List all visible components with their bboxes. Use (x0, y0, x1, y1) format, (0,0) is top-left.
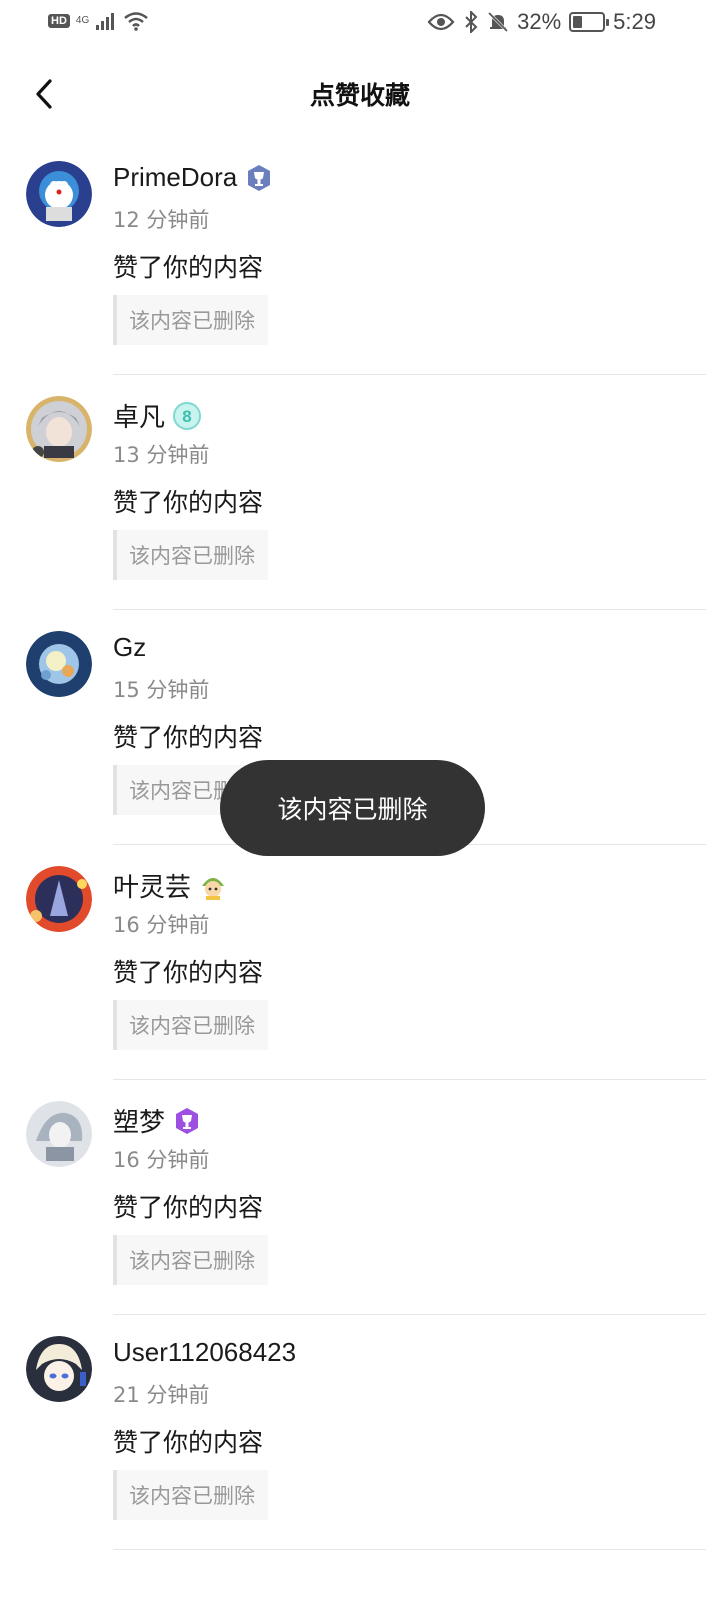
sticker-badge-icon (199, 872, 227, 900)
bluetooth-icon (465, 11, 478, 33)
timestamp: 13 分钟前 (113, 443, 210, 467)
list-item[interactable]: User112068423 21 分钟前 赞了你的内容 该内容已删除 (0, 1315, 720, 1550)
status-bar: HD 4G 32% 5:29 (0, 0, 720, 48)
avatar[interactable] (26, 1336, 92, 1402)
level-8-badge-icon: 8 (173, 401, 202, 430)
action-text: 赞了你的内容 (113, 253, 264, 282)
timestamp: 21 分钟前 (113, 1383, 210, 1407)
battery-icon (569, 12, 610, 32)
hd-icon: HD (48, 14, 70, 28)
avatar[interactable] (26, 396, 92, 462)
page-title: 点赞收藏 (309, 81, 410, 110)
deleted-content-quote[interactable]: 该内容已删除 (113, 530, 268, 580)
avatar[interactable] (26, 866, 92, 932)
battery-percent: 32% (517, 9, 562, 34)
timestamp: 16 分钟前 (113, 1148, 210, 1172)
user-name[interactable]: User112068423 (113, 1337, 296, 1368)
status-right: 32% 5:29 (427, 9, 656, 35)
toast-message: 该内容已删除 (220, 760, 485, 856)
deleted-content-quote[interactable]: 该内容已删除 (113, 1000, 268, 1050)
svg-text:8: 8 (182, 407, 191, 426)
deleted-content-quote[interactable]: 该内容已删除 (113, 1470, 268, 1520)
action-text: 赞了你的内容 (113, 723, 264, 752)
list-item[interactable]: 卓凡 8 13 分钟前 赞了你的内容 该内容已删除 (0, 375, 720, 610)
status-left: HD 4G (48, 11, 149, 31)
purple-trophy-badge-icon (173, 1107, 201, 1135)
clock: 5:29 (613, 9, 656, 34)
eye-icon (427, 13, 455, 31)
user-name[interactable]: Gz (113, 632, 146, 663)
network-type: 4G (75, 15, 90, 26)
avatar[interactable] (26, 1101, 92, 1167)
user-name[interactable]: 卓凡 (113, 397, 165, 434)
app-header: 点赞收藏 (0, 56, 720, 132)
action-text: 赞了你的内容 (113, 1193, 264, 1222)
name-row: User112068423 (113, 1337, 296, 1368)
timestamp: 15 分钟前 (113, 678, 210, 702)
list-item[interactable]: PrimeDora 12 分钟前 赞了你的内容 该内容已删除 (0, 140, 720, 375)
deleted-content-quote[interactable]: 该内容已删除 (113, 1235, 268, 1285)
avatar[interactable] (26, 631, 92, 697)
trophy-badge-icon (245, 164, 273, 192)
user-name[interactable]: 叶灵芸 (113, 867, 191, 904)
action-text: 赞了你的内容 (113, 958, 264, 987)
timestamp: 12 分钟前 (113, 208, 210, 232)
wifi-icon (124, 12, 149, 31)
user-name[interactable]: 塑梦 (113, 1102, 165, 1139)
divider (113, 1549, 706, 1550)
name-row: Gz (113, 632, 146, 663)
timestamp: 16 分钟前 (113, 913, 210, 937)
name-row: 塑梦 (113, 1102, 201, 1139)
list-item[interactable]: 塑梦 16 分钟前 赞了你的内容 该内容已删除 (0, 1080, 720, 1315)
avatar[interactable] (26, 161, 92, 227)
user-name[interactable]: PrimeDora (113, 162, 237, 193)
name-row: PrimeDora (113, 162, 273, 193)
mute-bell-icon (488, 11, 509, 33)
list-item[interactable]: 叶灵芸 16 分钟前 赞了你的内容 该内容已删除 (0, 845, 720, 1080)
deleted-content-quote[interactable]: 该内容已删除 (113, 295, 268, 345)
name-row: 卓凡 8 (113, 397, 202, 434)
name-row: 叶灵芸 (113, 867, 227, 904)
action-text: 赞了你的内容 (113, 1428, 264, 1457)
action-text: 赞了你的内容 (113, 488, 264, 517)
signal-icon (96, 13, 115, 30)
